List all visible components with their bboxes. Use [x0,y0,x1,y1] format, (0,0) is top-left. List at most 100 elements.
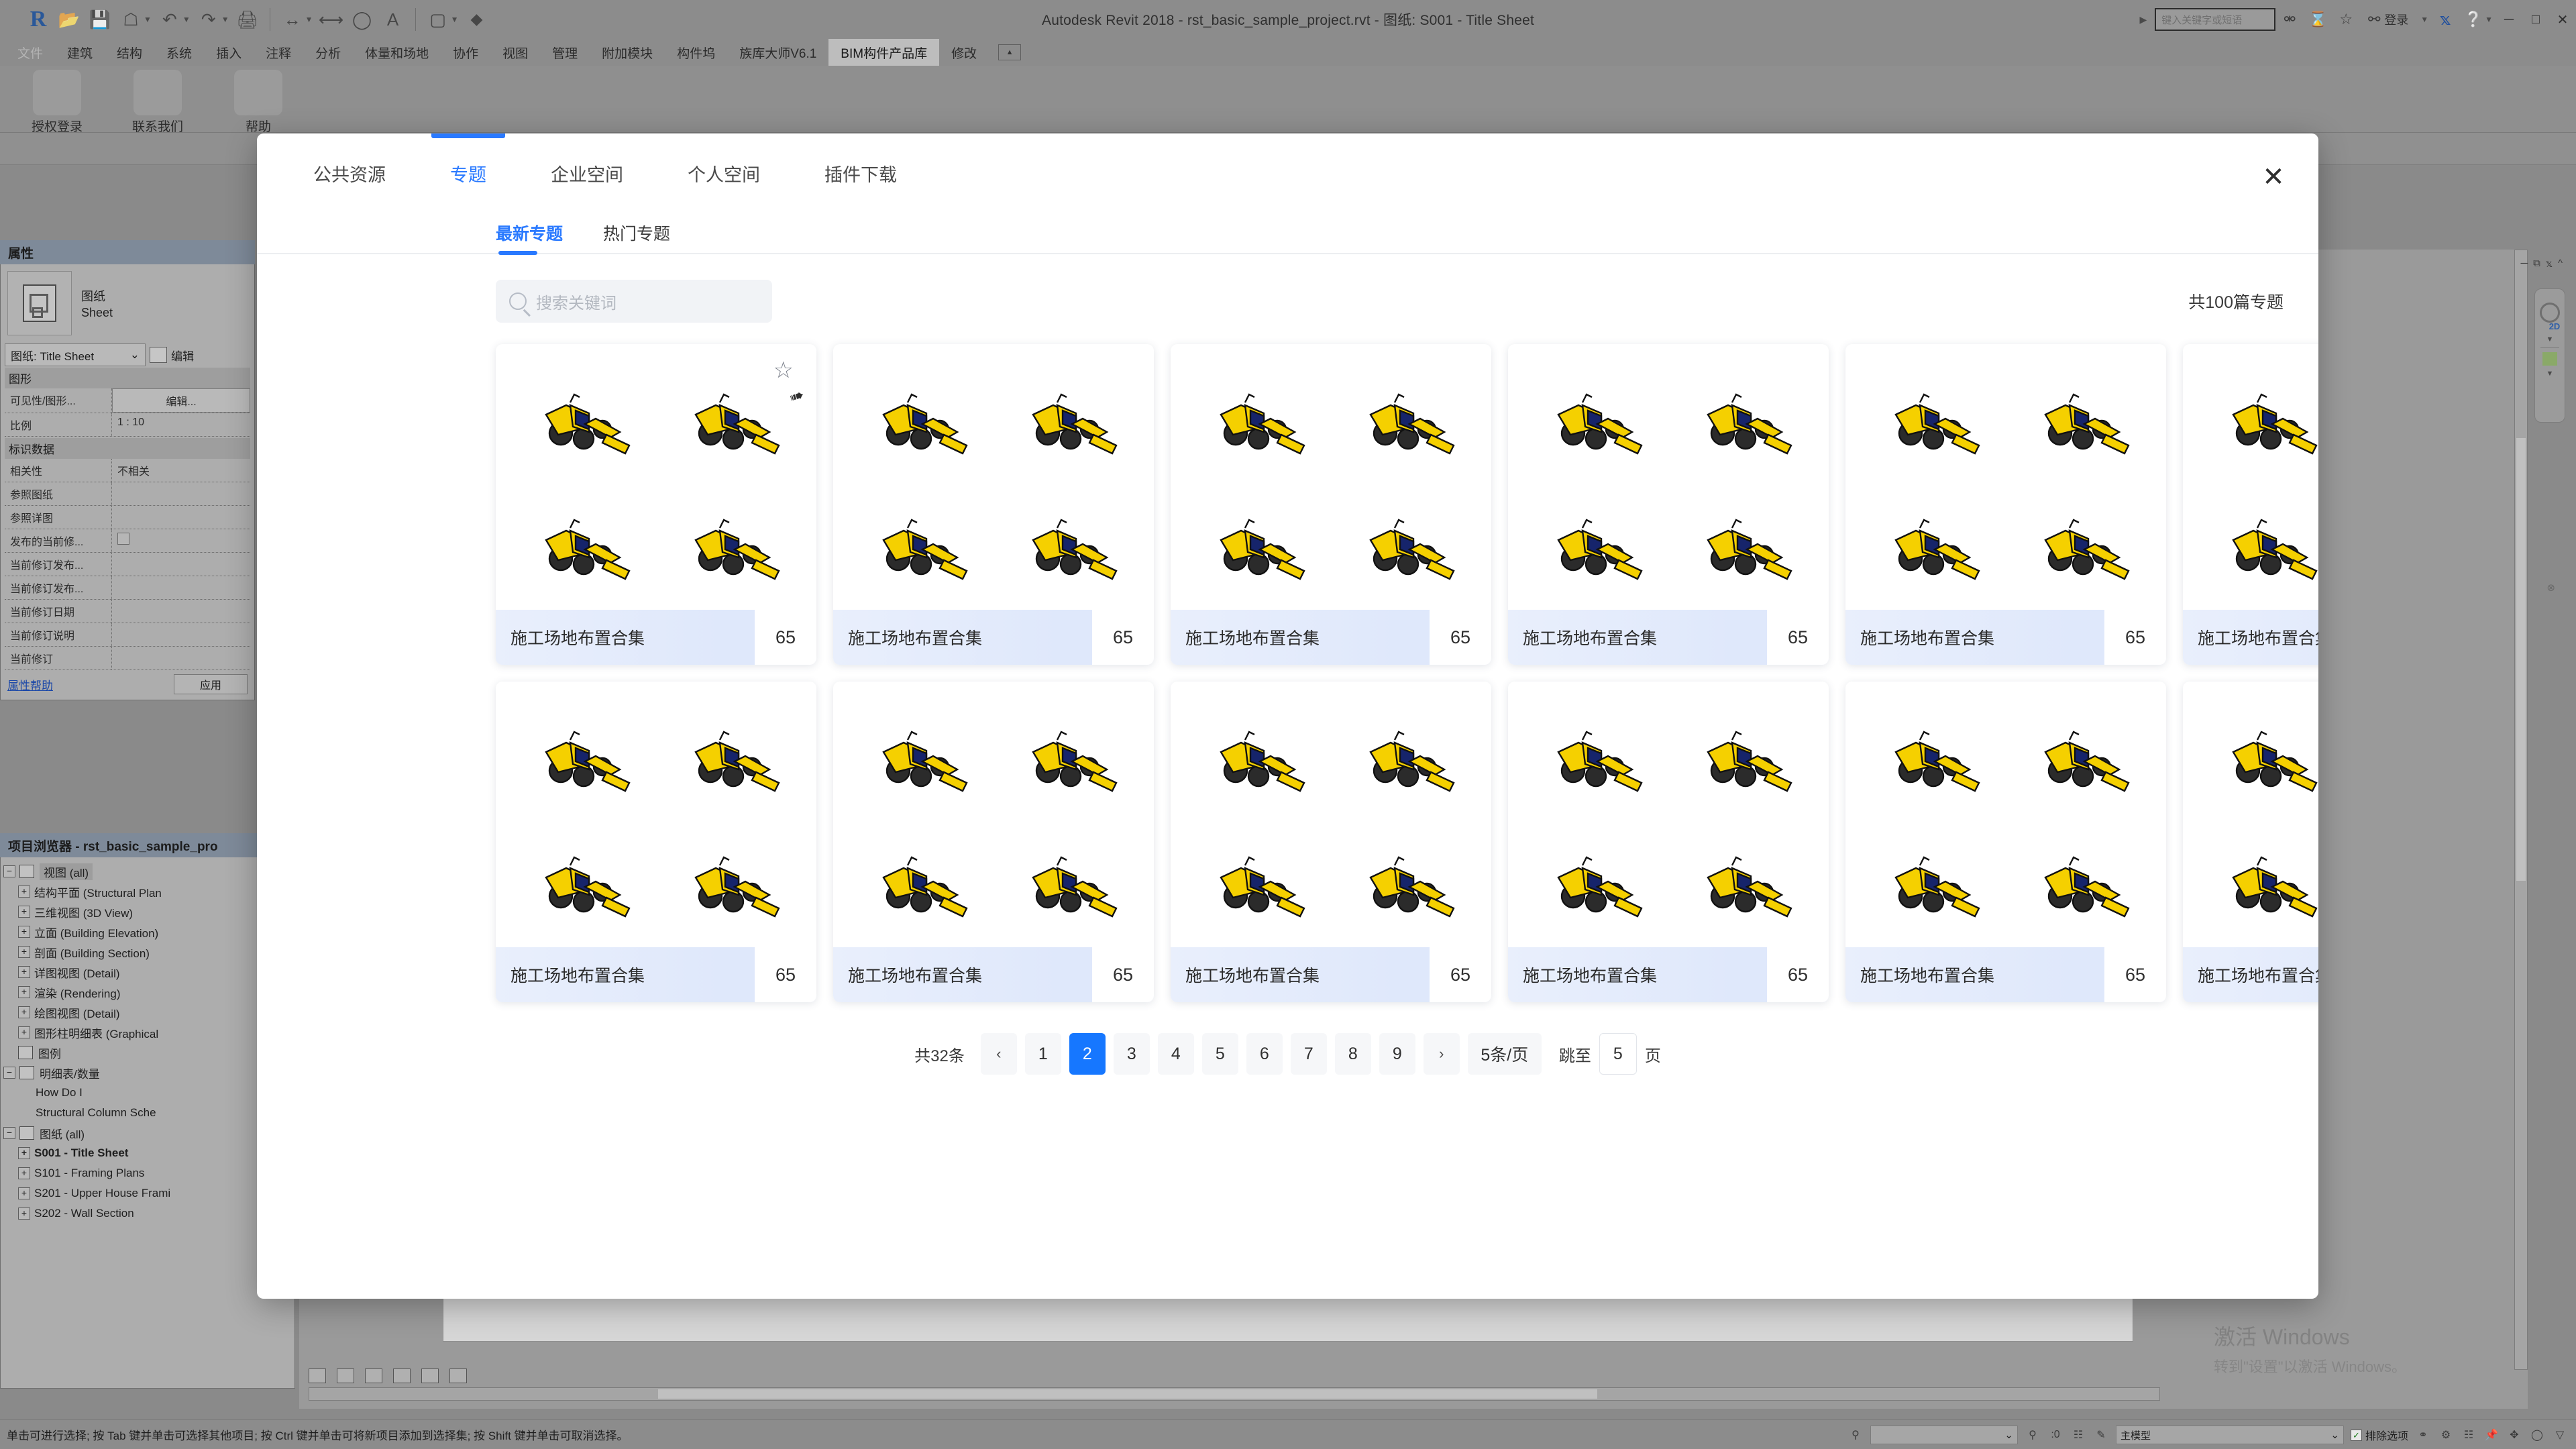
view-control-bar[interactable] [309,1368,467,1383]
underlay-icon[interactable]: ☷ [2461,1427,2477,1443]
tree-node-sheet-s202[interactable]: + S202 - Wall Section [3,1203,292,1224]
panel-collapse-icon[interactable]: ^ [2558,258,2563,270]
ribbon-tab-addins[interactable]: 附加模块 [590,39,665,66]
steering-wheel-2d-icon[interactable] [2540,303,2560,323]
tree-node-sheet-s001[interactable]: + S001 - Title Sheet [3,1143,292,1163]
sun-path-icon[interactable] [393,1368,411,1383]
measure-icon[interactable]: ↔ [277,4,308,35]
property-row[interactable]: 当前修订发布... [5,576,250,600]
h-scroll-thumb[interactable] [658,1389,1597,1399]
subtab-hot-topics[interactable]: 热门专题 [603,221,670,253]
vertical-scrollbar[interactable] [2514,250,2528,1370]
text-icon[interactable]: A [378,4,409,35]
topic-card[interactable]: 施工场地布置合集 65 [496,682,816,1002]
pagination-page-3[interactable]: 3 [1113,1033,1150,1075]
jump-input[interactable]: 5 [1599,1033,1637,1075]
ribbon-tab-insert[interactable]: 插入 [204,39,254,66]
modal-tab-topics[interactable]: 专题 [418,133,519,213]
favorite-star-icon[interactable]: ☆ [773,359,794,382]
property-value[interactable]: 编辑... [112,388,250,413]
minimize-icon[interactable]: ─ [2496,5,2522,34]
binoculars-icon[interactable]: ⚮ [2275,5,2304,34]
property-row[interactable]: 当前修订发布... [5,553,250,576]
pagination-page-9[interactable]: 9 [1379,1033,1415,1075]
close-icon[interactable]: ✕ [2549,5,2576,34]
open-icon[interactable]: 📂 [54,4,85,35]
save-icon[interactable]: 💾 [85,4,115,35]
crop-view-icon[interactable] [449,1368,467,1383]
filter-funnel-icon[interactable]: ▽ [2552,1427,2568,1443]
help-search-input[interactable]: 键入关键字或短语 [2155,8,2276,31]
ribbon-tab-systems[interactable]: 系统 [154,39,204,66]
ribbon-tab-component-dock[interactable]: 构件坞 [665,39,727,66]
property-row[interactable]: 当前修订日期 [5,600,250,623]
exchange-icon[interactable]: ⌛ [2304,5,2332,34]
ribbon-tab-massing-site[interactable]: 体量和场地 [353,39,441,66]
selection-link-icon[interactable]: ⚙ [2438,1427,2454,1443]
tree-node-drafting-view[interactable]: + 绘图视图 (Detail) [3,1002,292,1022]
pagination-page-1[interactable]: 1 [1024,1033,1061,1075]
topic-card[interactable]: 施工场地布置合集 65 [1508,344,1829,665]
tree-node-structural-plan[interactable]: + 结构平面 (Structural Plan [3,881,292,902]
ribbon-collapse-icon[interactable]: ▲ [998,44,1022,60]
expand-icon[interactable]: + [18,966,30,978]
topic-card[interactable]: 施工场地布置合集 65 [1171,682,1491,1002]
topic-card[interactable]: 施工场地布置合集 65 [2183,682,2318,1002]
filter-icon[interactable]: ⚭ [2415,1427,2431,1443]
tree-node-graphical-column-schedule[interactable]: + 图形柱明细表 (Graphical [3,1022,292,1042]
property-row[interactable]: 参照详图 [5,506,250,529]
topic-card[interactable]: 施工场地布置合集 65 [833,682,1154,1002]
navbar-close-icon[interactable]: ⊗ [2546,582,2555,594]
default-3d-view-icon[interactable]: ▢ [423,4,453,35]
pagination-page-8[interactable]: 8 [1334,1033,1371,1075]
zoom-region-icon[interactable] [2542,352,2557,366]
horizontal-scrollbar[interactable] [309,1387,2160,1401]
workset-select[interactable]: ⌄ [1870,1426,2018,1444]
property-value[interactable] [112,482,250,505]
ribbon-tab-modify[interactable]: 修改 [939,39,989,66]
tree-node-schedules[interactable]: − 明细表/数量 [3,1063,292,1083]
zoom-caret-icon[interactable]: ▼ [2546,370,2554,378]
v-scroll-thumb[interactable] [2516,438,2526,881]
checkbox-icon[interactable] [117,533,129,545]
help-icon[interactable]: ❔ [2459,5,2487,34]
print-icon[interactable]: 🖨 [232,4,263,35]
tree-node-rendering[interactable]: + 渲染 (Rendering) [3,982,292,1002]
expand-icon[interactable]: + [18,1208,30,1220]
ribbon-button-help[interactable]: 帮助 [208,66,309,135]
close-icon[interactable]: ✕ [2258,162,2289,193]
topic-card[interactable]: ☆ ➠ 施工场地布置合集 65 [496,344,816,665]
revit-logo-icon[interactable]: R [23,4,54,35]
property-value[interactable] [112,600,250,623]
modal-tab-enterprise-space[interactable]: 企业空间 [519,133,655,213]
property-row[interactable]: 可见性/图形... 编辑... [5,388,250,413]
design-options-icon[interactable]: ⚲ [2025,1427,2041,1443]
tree-node-structural-column-schedule[interactable]: Structural Column Sche [3,1103,292,1123]
pagination-next[interactable]: › [1423,1033,1460,1075]
property-row[interactable]: 比例 1 : 10 [5,413,250,437]
topic-card[interactable]: 施工场地布置合集 65 [1171,344,1491,665]
property-value[interactable] [112,623,250,646]
undo-icon[interactable]: ↶ [154,4,185,35]
detail-level-icon[interactable] [337,1368,354,1383]
tree-node-sheet-s101[interactable]: + S101 - Framing Plans [3,1163,292,1183]
section-box-icon[interactable]: ⬥ [461,4,492,35]
expand-icon[interactable]: + [18,946,30,958]
worksets-icon[interactable]: ⚲ [1847,1427,1864,1443]
ribbon-button-license-login[interactable]: 授权登录 [7,66,107,135]
star-icon[interactable]: ☆ [2332,5,2360,34]
property-row[interactable]: 当前修订说明 [5,623,250,647]
property-row[interactable]: 当前修订 [5,647,250,670]
property-row[interactable]: 相关性 不相关 [5,459,250,482]
align-dimension-icon[interactable]: ⟷ [316,4,347,35]
pagination-page-4[interactable]: 4 [1157,1033,1194,1075]
modal-tab-public-resources[interactable]: 公共资源 [281,133,418,213]
ribbon-tab-collaborate[interactable]: 协作 [441,39,490,66]
expand-icon[interactable]: + [18,1006,30,1018]
topic-card[interactable]: 施工场地布置合集 65 [833,344,1154,665]
shadows-icon[interactable] [421,1368,439,1383]
tag-icon[interactable]: ◯ [347,4,378,35]
property-value[interactable]: 不相关 [112,459,250,482]
property-value[interactable] [112,506,250,529]
tree-node-elevation[interactable]: + 立面 (Building Elevation) [3,922,292,942]
